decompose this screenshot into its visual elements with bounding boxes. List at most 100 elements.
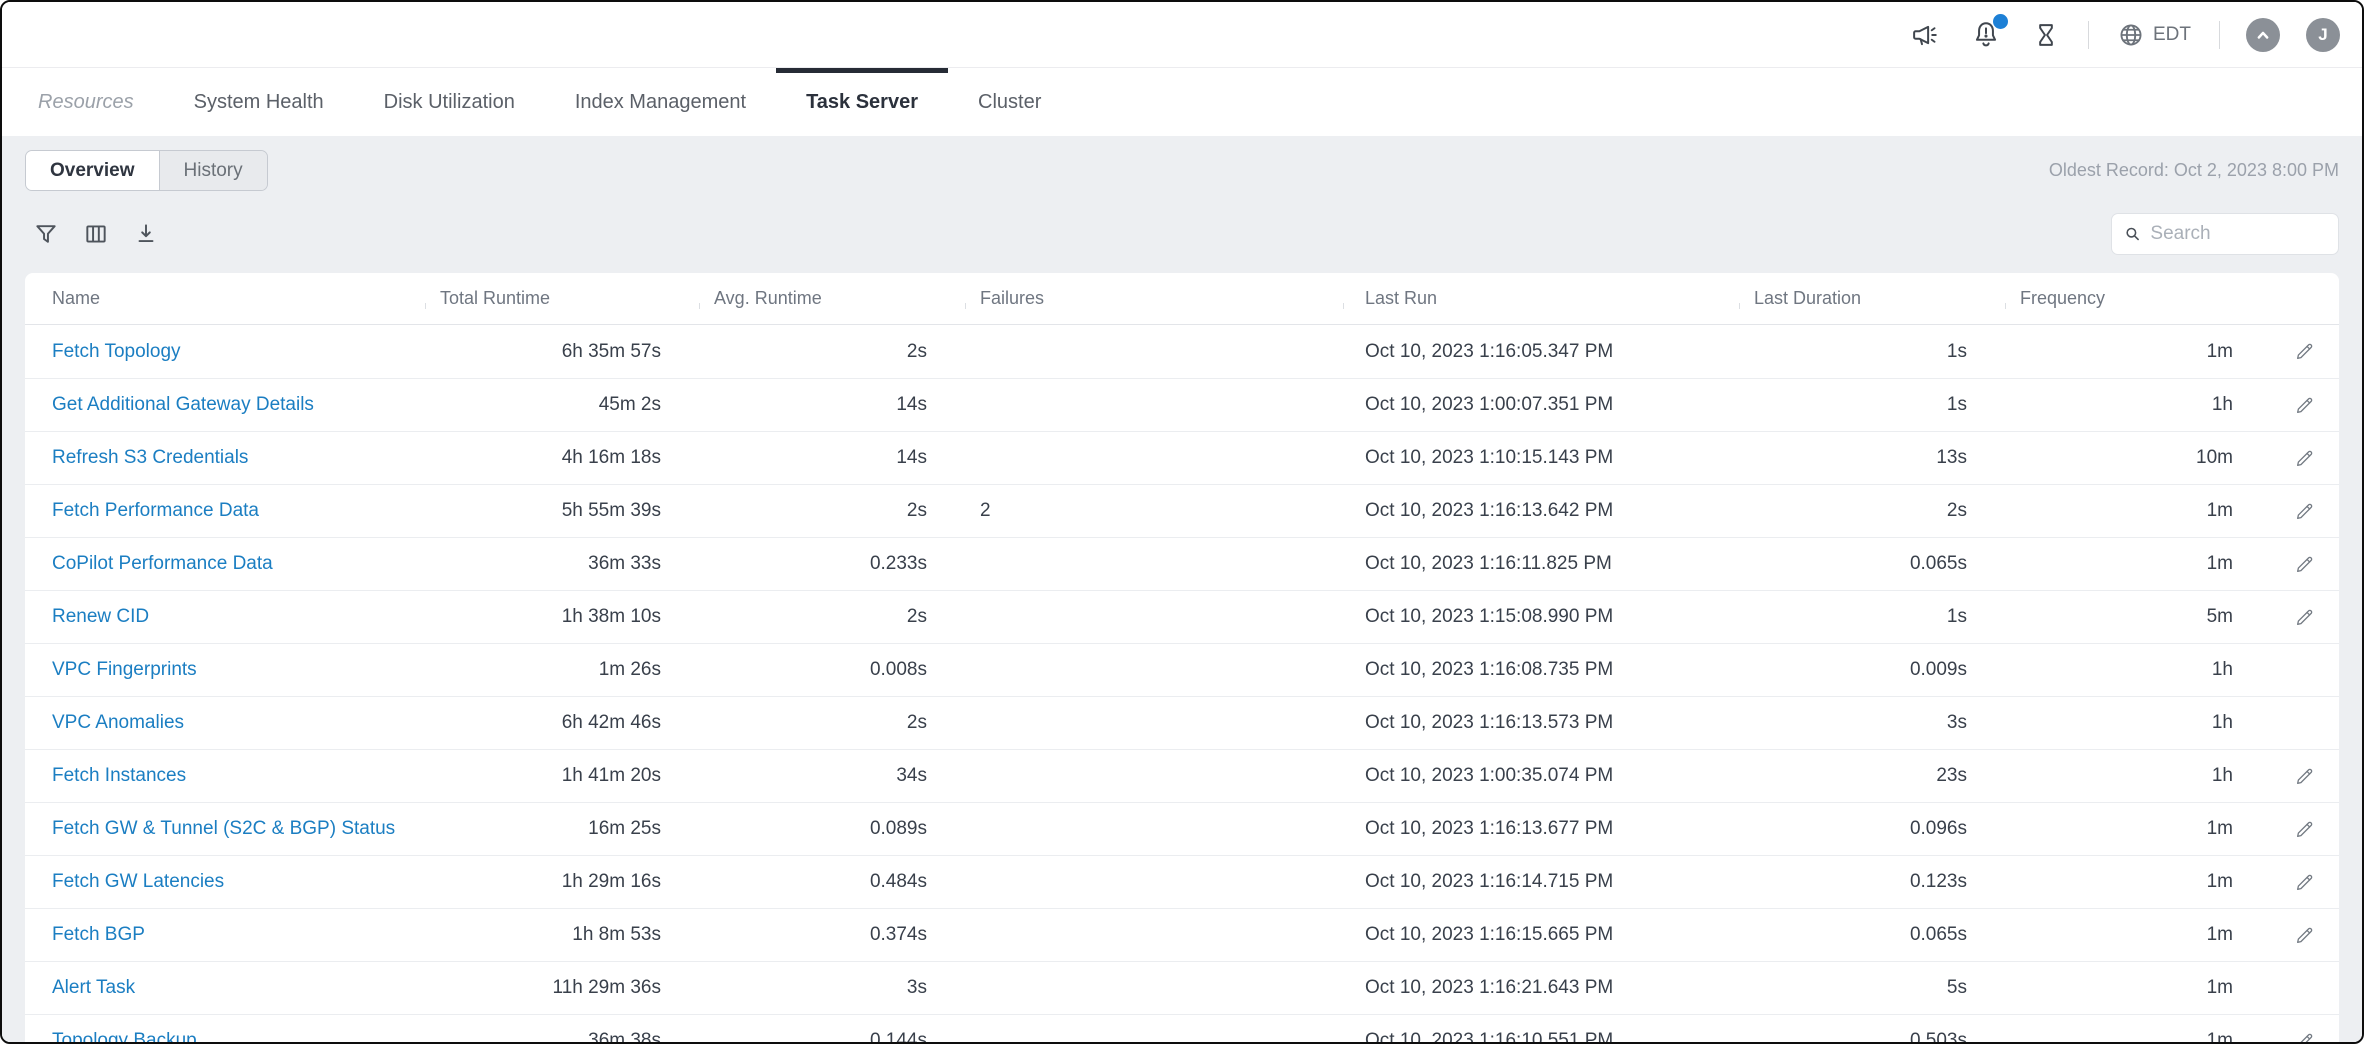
column-header-last-run[interactable]: Last Run [1343,288,1739,309]
pencil-icon [2294,872,2315,893]
edit-task-button[interactable] [2294,554,2315,575]
pending-tasks-button[interactable] [2030,19,2062,51]
tasks-table: Name Total Runtime Avg. Runtime Failures… [25,273,2339,1042]
total-runtime-cell: 16m 25s [425,818,699,840]
filter-button[interactable] [33,221,59,247]
last-run-cell: Oct 10, 2023 1:16:13.642 PM [1343,500,1739,522]
pencil-icon [2294,1031,2315,1043]
actions-cell [2269,501,2339,522]
task-name-link[interactable]: Fetch Topology [52,341,181,362]
column-header-name[interactable]: Name [25,288,425,309]
last-run-cell: Oct 10, 2023 1:16:13.573 PM [1343,712,1739,734]
last-duration-cell: 1s [1739,394,2005,416]
avg-runtime-cell: 0.374s [699,924,965,946]
actions-cell [2269,395,2339,416]
overview-toggle-button[interactable]: Overview [26,151,160,190]
user-initial: J [2318,25,2327,45]
last-run-cell: Oct 10, 2023 1:10:15.143 PM [1343,447,1739,469]
task-name-link[interactable]: Fetch Instances [52,765,186,786]
frequency-cell: 1m [2005,500,2269,522]
search-box [2111,213,2339,255]
avg-runtime-cell: 2s [699,606,965,628]
edit-task-button[interactable] [2294,501,2315,522]
avg-runtime-cell: 0.144s [699,1030,965,1042]
total-runtime-cell: 1h 41m 20s [425,765,699,787]
edit-task-button[interactable] [2294,341,2315,362]
task-name-link[interactable]: Get Additional Gateway Details [52,394,314,415]
frequency-cell: 1m [2005,871,2269,893]
edit-task-button[interactable] [2294,395,2315,416]
edit-task-button[interactable] [2294,872,2315,893]
name-cell: VPC Anomalies [25,712,425,734]
main-tab-bar: Resources System Health Disk Utilization… [2,68,2362,136]
task-name-link[interactable]: Fetch GW Latencies [52,871,224,892]
edit-task-button[interactable] [2294,607,2315,628]
total-runtime-cell: 1m 26s [425,659,699,681]
column-header-total-runtime[interactable]: Total Runtime [425,288,699,309]
name-cell: Alert Task [25,977,425,999]
avg-runtime-cell: 2s [699,500,965,522]
edit-task-button[interactable] [2294,1031,2315,1043]
avg-runtime-cell: 0.484s [699,871,965,893]
edit-task-button[interactable] [2294,766,2315,787]
timezone-button[interactable]: EDT [2115,19,2193,51]
view-toggle: Overview History [25,150,268,191]
frequency-cell: 1m [2005,341,2269,363]
tab-resources[interactable]: Resources [8,68,164,136]
history-toggle-button[interactable]: History [160,151,267,190]
table-toolbar [25,213,2339,255]
column-header-last-duration[interactable]: Last Duration [1739,288,2005,309]
last-duration-cell: 0.065s [1739,924,2005,946]
last-duration-cell: 0.065s [1739,553,2005,575]
edit-task-button[interactable] [2294,448,2315,469]
name-cell: Fetch Performance Data [25,500,425,522]
last-run-cell: Oct 10, 2023 1:00:35.074 PM [1343,765,1739,787]
total-runtime-cell: 45m 2s [425,394,699,416]
table-row: Alert Task 11h 29m 36s 3s Oct 10, 2023 1… [25,961,2339,1014]
last-duration-cell: 1s [1739,606,2005,628]
columns-button[interactable] [83,221,109,247]
tab-system-health[interactable]: System Health [164,68,354,136]
table-row: VPC Anomalies 6h 42m 46s 2s Oct 10, 2023… [25,696,2339,749]
table-body: Fetch Topology 6h 35m 57s 2s Oct 10, 202… [25,325,2339,1042]
last-duration-cell: 0.123s [1739,871,2005,893]
frequency-cell: 10m [2005,447,2269,469]
notifications-button[interactable] [1968,17,2004,53]
table-row: Topology Backup 36m 38s 0.144s Oct 10, 2… [25,1014,2339,1042]
task-name-link[interactable]: Fetch GW & Tunnel (S2C & BGP) Status [52,818,395,839]
task-server-panel: Overview History Oldest Record: Oct 2, 2… [2,136,2362,1042]
download-button[interactable] [133,221,159,247]
frequency-cell: 5m [2005,606,2269,628]
avg-runtime-cell: 0.008s [699,659,965,681]
search-input[interactable] [2150,223,2326,245]
task-name-link[interactable]: Fetch BGP [52,924,145,945]
task-name-link[interactable]: VPC Fingerprints [52,659,197,680]
announcements-button[interactable] [1908,18,1942,52]
task-name-link[interactable]: Refresh S3 Credentials [52,447,248,468]
task-name-link[interactable]: Topology Backup [52,1030,197,1042]
scroll-top-button[interactable] [2246,18,2280,52]
edit-task-button[interactable] [2294,925,2315,946]
last-duration-cell: 0.096s [1739,818,2005,840]
user-avatar[interactable]: J [2306,18,2340,52]
oldest-record-label: Oldest Record: Oct 2, 2023 8:00 PM [2049,160,2339,181]
tab-task-server[interactable]: Task Server [776,68,948,136]
task-name-link[interactable]: VPC Anomalies [52,712,184,733]
avg-runtime-cell: 34s [699,765,965,787]
edit-task-button[interactable] [2294,819,2315,840]
task-name-link[interactable]: Alert Task [52,977,135,998]
column-header-failures[interactable]: Failures [965,288,1343,309]
last-run-cell: Oct 10, 2023 1:15:08.990 PM [1343,606,1739,628]
controls-row: Overview History Oldest Record: Oct 2, 2… [25,150,2339,191]
task-name-link[interactable]: CoPilot Performance Data [52,553,273,574]
tab-cluster[interactable]: Cluster [948,68,1071,136]
name-cell: Fetch GW Latencies [25,871,425,893]
search-icon [2124,224,2141,244]
task-name-link[interactable]: Renew CID [52,606,149,627]
name-cell: Fetch Topology [25,341,425,363]
column-header-frequency[interactable]: Frequency [2005,288,2269,309]
task-name-link[interactable]: Fetch Performance Data [52,500,259,521]
tab-disk-utilization[interactable]: Disk Utilization [354,68,545,136]
column-header-avg-runtime[interactable]: Avg. Runtime [699,288,965,309]
tab-index-management[interactable]: Index Management [545,68,776,136]
